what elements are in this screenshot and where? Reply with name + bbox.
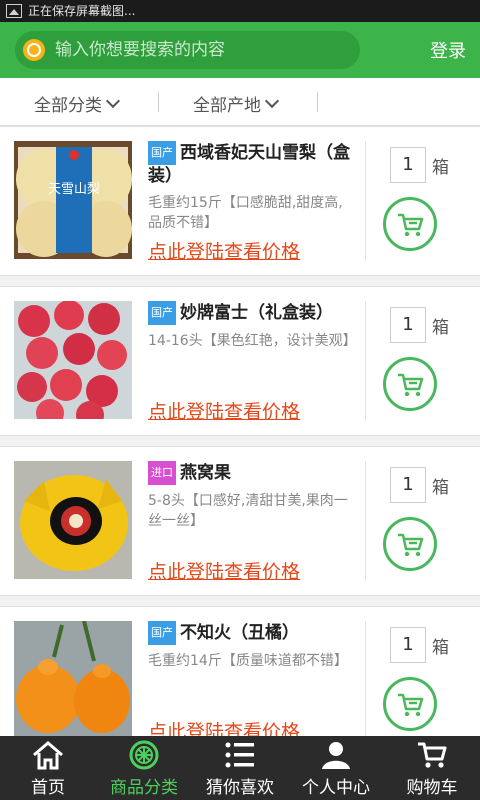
tab-recommend[interactable]: 猜你喜欢 (192, 736, 288, 800)
divider (365, 461, 366, 581)
add-to-cart-button[interactable] (383, 197, 437, 251)
screenshot-icon (6, 4, 22, 18)
origin-badge: 国产 (148, 301, 176, 325)
home-icon (32, 737, 64, 773)
product-desc: 毛重约14斤【质量味道都不错】 (148, 653, 348, 669)
category-filter[interactable]: 全部分类 (34, 91, 121, 116)
category-icon (128, 737, 160, 773)
list-icon (224, 737, 256, 773)
product-title: 国产 西域香妃天山雪梨（盒装） (148, 141, 353, 187)
search-input[interactable] (55, 40, 345, 60)
product-title: 进口 燕窝果 (148, 461, 353, 485)
product-item[interactable]: 国产 妙牌富士（礼盒装） 14-16头【果色红艳，设计美观】 点此登陆查看价格 1… (0, 286, 480, 436)
quantity-input[interactable]: 1 (390, 627, 426, 663)
tab-category[interactable]: 商品分类 (96, 736, 192, 800)
product-title: 国产 不知火（丑橘） (148, 621, 353, 645)
quantity-input[interactable]: 1 (390, 307, 426, 343)
product-item[interactable]: 进口 燕窝果 5-8头【口感好,清甜甘美,果肉一丝一丝】 点此登陆查看价格 1 箱 (0, 446, 480, 596)
quantity-input[interactable]: 1 (390, 467, 426, 503)
login-price-link[interactable]: 点此登陆查看价格 (148, 557, 300, 584)
tab-label: 商品分类 (110, 778, 178, 798)
product-name: 西域香妃天山雪梨（盒装） (148, 143, 350, 186)
origin-badge: 进口 (148, 461, 176, 485)
product-item[interactable]: 国产 不知火（丑橘） 毛重约14斤【质量味道都不错】 点此登陆查看价格 1 箱 (0, 606, 480, 736)
cart-icon (398, 373, 424, 397)
product-desc: 5-8头【口感好,清甜甘美,果肉一丝一丝】 (148, 493, 348, 529)
add-to-cart-button[interactable] (383, 357, 437, 411)
product-image (14, 621, 132, 736)
filter-bar: 全部分类 全部产地 (0, 78, 480, 126)
login-price-link[interactable]: 点此登陆查看价格 (148, 237, 300, 264)
status-bar: 正在保存屏幕截图... (0, 0, 480, 22)
product-name: 不知火（丑橘） (180, 623, 299, 643)
header: 登录 (0, 22, 480, 78)
product-info: 国产 妙牌富士（礼盒装） 14-16头【果色红艳，设计美观】 (148, 301, 357, 351)
product-name: 妙牌富士（礼盒装） (180, 303, 333, 323)
product-image: 天雪山梨 (14, 141, 132, 259)
product-item[interactable]: 天雪山梨 国产 西域香妃天山雪梨（盒装） 毛重约15斤【口感脆甜,甜度高,品质不错… (0, 126, 480, 276)
tab-profile[interactable]: 个人中心 (288, 736, 384, 800)
product-image (14, 461, 132, 579)
label-text: 天雪山梨 (48, 182, 100, 197)
product-info: 进口 燕窝果 5-8头【口感好,清甜甘美,果肉一丝一丝】 (148, 461, 353, 531)
person-icon (320, 737, 352, 773)
bottom-tab-bar: 首页 商品分类 猜你喜欢 个人中心 购物车 (0, 736, 480, 800)
login-price-link[interactable]: 点此登陆查看价格 (148, 717, 300, 736)
login-button[interactable]: 登录 (430, 37, 466, 63)
product-desc: 毛重约15斤【口感脆甜,甜度高,品质不错】 (148, 195, 343, 231)
unit-label: 箱 (432, 318, 449, 338)
brand-logo-icon (23, 39, 45, 61)
add-to-cart-button[interactable] (383, 677, 437, 731)
add-to-cart-button[interactable] (383, 517, 437, 571)
product-desc: 14-16头【果色红艳，设计美观】 (148, 333, 357, 349)
divider (158, 92, 159, 112)
product-image (14, 301, 132, 419)
product-info: 国产 西域香妃天山雪梨（盒装） 毛重约15斤【口感脆甜,甜度高,品质不错】 (148, 141, 353, 233)
login-price-link[interactable]: 点此登陆查看价格 (148, 397, 300, 424)
chevron-down-icon (264, 93, 280, 109)
search-bar[interactable] (15, 31, 360, 69)
tab-label: 个人中心 (302, 778, 370, 798)
origin-filter-label: 全部产地 (193, 96, 261, 116)
divider (365, 301, 366, 421)
tab-home[interactable]: 首页 (0, 736, 96, 800)
divider (365, 141, 366, 261)
cart-icon (416, 737, 448, 773)
unit-label: 箱 (432, 158, 449, 178)
product-name: 燕窝果 (180, 463, 231, 483)
quantity-input[interactable]: 1 (390, 147, 426, 183)
unit-label: 箱 (432, 638, 449, 658)
divider (365, 621, 366, 736)
unit-label: 箱 (432, 478, 449, 498)
product-list: 天雪山梨 国产 西域香妃天山雪梨（盒装） 毛重约15斤【口感脆甜,甜度高,品质不错… (0, 126, 480, 736)
origin-badge: 国产 (148, 621, 176, 645)
status-text: 正在保存屏幕截图... (28, 4, 136, 18)
category-filter-label: 全部分类 (34, 96, 102, 116)
product-title: 国产 妙牌富士（礼盒装） (148, 301, 353, 325)
origin-badge: 国产 (148, 141, 176, 165)
product-info: 国产 不知火（丑橘） 毛重约14斤【质量味道都不错】 (148, 621, 353, 671)
cart-icon (398, 533, 424, 557)
chevron-down-icon (105, 93, 121, 109)
cart-icon (398, 693, 424, 717)
tab-label: 购物车 (406, 778, 458, 798)
tab-label: 首页 (31, 778, 65, 798)
tab-cart[interactable]: 购物车 (384, 736, 480, 800)
tab-label: 猜你喜欢 (206, 778, 274, 798)
origin-filter[interactable]: 全部产地 (193, 91, 280, 116)
cart-icon (398, 213, 424, 237)
divider (317, 92, 318, 112)
